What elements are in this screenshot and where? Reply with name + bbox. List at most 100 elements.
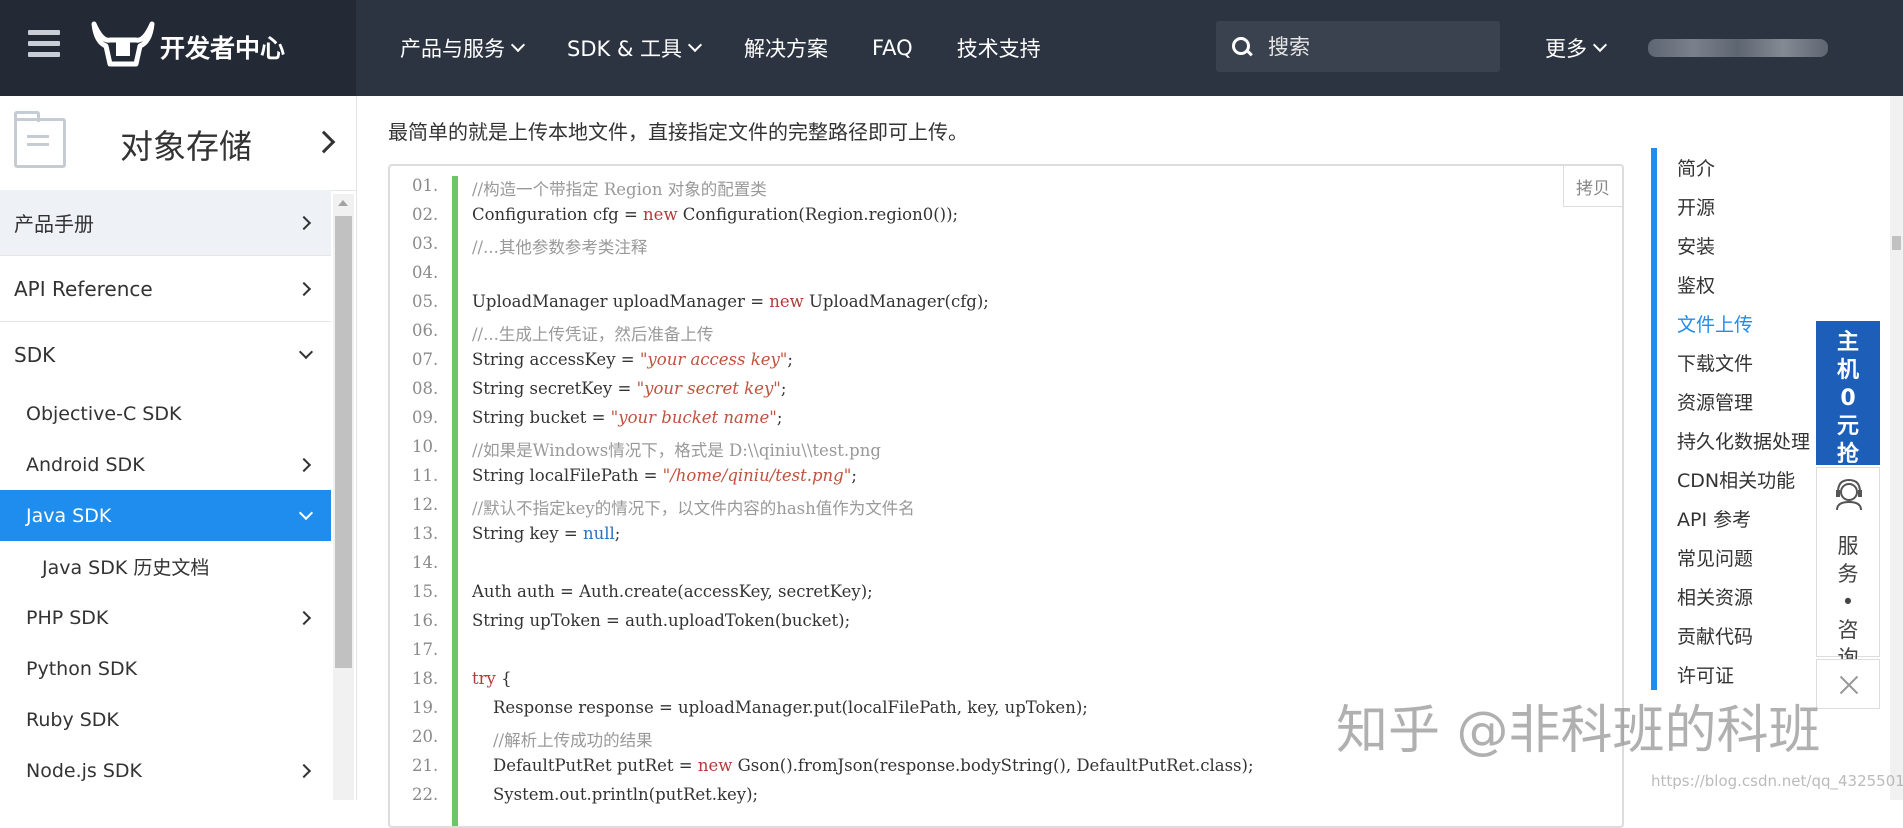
code-comment: //默认不指定key的情况下，以文件内容的hash值作为文件名 bbox=[472, 499, 915, 518]
sidebar-scrollbar[interactable] bbox=[333, 194, 354, 800]
toc-item[interactable]: 下载文件 bbox=[1657, 343, 1837, 382]
toc-item-active[interactable]: 文件上传 bbox=[1657, 304, 1837, 343]
toc-item[interactable]: 开源 bbox=[1657, 187, 1837, 226]
search-input[interactable] bbox=[1266, 33, 1470, 60]
search-icon[interactable] bbox=[1232, 36, 1252, 57]
code-literal: null bbox=[582, 524, 615, 543]
code-comment: //构造一个带指定 Region 对象的配置类 bbox=[472, 180, 767, 199]
copy-button[interactable]: 拷贝 bbox=[1563, 166, 1622, 207]
line-number: 03. bbox=[412, 234, 439, 253]
nav-products[interactable]: 产品与服务 bbox=[400, 33, 526, 63]
code-token: ; bbox=[787, 350, 793, 369]
toc-item[interactable]: 常见问题 bbox=[1657, 538, 1837, 577]
code-comment: //...生成上传凭证，然后准备上传 bbox=[472, 325, 714, 344]
page-scrollbar-thumb[interactable] bbox=[1892, 236, 1901, 250]
sidebar-item-java-sdk[interactable]: Java SDK bbox=[0, 490, 331, 541]
line-number: 11. bbox=[412, 466, 439, 485]
nav-support[interactable]: 技术支持 bbox=[957, 33, 1041, 63]
code-token: Configuration cfg = bbox=[472, 205, 644, 224]
service-char: 务 bbox=[1837, 562, 1859, 586]
code-token: UploadManager(cfg); bbox=[803, 292, 989, 311]
nav-solutions[interactable]: 解决方案 bbox=[744, 33, 828, 63]
promo-char: 元 bbox=[1836, 414, 1859, 439]
line-number: 20. bbox=[412, 727, 439, 746]
code-text: String localFilePath = "/home/qiniu/test… bbox=[472, 466, 857, 485]
code-text: //解析上传成功的结果 bbox=[472, 727, 653, 751]
sidebar-item-java-sdk-history[interactable]: Java SDK 历史文档 bbox=[0, 541, 331, 592]
menu-icon[interactable] bbox=[28, 30, 60, 58]
line-number: 05. bbox=[412, 292, 439, 311]
toc-item[interactable]: 鉴权 bbox=[1657, 265, 1837, 304]
code-string: "/home/qiniu/test.png" bbox=[662, 466, 852, 485]
nav-support-label: 技术支持 bbox=[956, 37, 1041, 61]
toc-item[interactable]: 安装 bbox=[1657, 226, 1837, 265]
toc-item[interactable]: CDN相关功能 bbox=[1657, 460, 1837, 499]
line-number: 15. bbox=[412, 582, 439, 601]
sidebar-item-android-sdk[interactable]: Android SDK bbox=[0, 439, 331, 490]
brand-name[interactable]: 开发者中心 bbox=[160, 29, 285, 65]
promo-char: 抢 bbox=[1836, 442, 1859, 467]
more-menu[interactable]: 更多 bbox=[1545, 0, 1608, 96]
line-number: 02. bbox=[412, 205, 439, 224]
chevron-right-icon bbox=[296, 215, 312, 230]
toc-item[interactable]: 贡献代码 bbox=[1657, 616, 1837, 655]
toc-item[interactable]: 简介 bbox=[1657, 148, 1837, 187]
code-keyword: new bbox=[769, 292, 804, 311]
sidebar-item-label: PHP SDK bbox=[26, 606, 109, 629]
sidebar-item-objective-c-sdk[interactable]: Objective-C SDK bbox=[0, 388, 331, 439]
sidebar-menu: 产品手册 API Reference SDK Objective-C SDK A… bbox=[0, 190, 331, 796]
toc-item[interactable]: 持久化数据处理 bbox=[1657, 421, 1837, 460]
chevron-right-icon bbox=[296, 281, 312, 296]
promo-banner[interactable]: 主 机 0 元 抢 bbox=[1816, 321, 1880, 467]
code-token: Configuration(Region.region0()); bbox=[677, 205, 959, 224]
line-number: 12. bbox=[412, 495, 439, 514]
nav-sdk-tools[interactable]: SDK & 工具 bbox=[567, 33, 703, 63]
code-token: UploadManager uploadManager = bbox=[472, 292, 770, 311]
scrollbar-thumb[interactable] bbox=[335, 216, 352, 668]
service-consult-widget[interactable]: 服 务 • 咨 询 bbox=[1816, 467, 1880, 670]
code-text: Auth auth = Auth.create(accessKey, secre… bbox=[472, 582, 873, 601]
service-char: • bbox=[1841, 590, 1855, 614]
user-account[interactable] bbox=[1648, 36, 1848, 60]
code-string: "your secret key" bbox=[636, 379, 781, 398]
sidebar-item-python-sdk[interactable]: Python SDK bbox=[0, 643, 331, 694]
line-number: 21. bbox=[412, 756, 439, 775]
scroll-up-arrow-icon[interactable] bbox=[338, 200, 348, 206]
blurred-username bbox=[1648, 39, 1828, 57]
nav-faq[interactable]: FAQ bbox=[872, 36, 913, 60]
sidebar-item-sdk[interactable]: SDK bbox=[0, 322, 331, 388]
sidebar-item-label: API Reference bbox=[14, 276, 153, 301]
sidebar-item-api-reference[interactable]: API Reference bbox=[0, 256, 331, 322]
page-scrollbar[interactable] bbox=[1890, 96, 1903, 800]
chevron-right-icon[interactable] bbox=[312, 130, 336, 154]
code-token: Auth auth = Auth.create(accessKey, secre… bbox=[472, 582, 873, 601]
code-gutter-bar bbox=[452, 176, 458, 826]
code-token: ; bbox=[614, 524, 621, 543]
code-text: String upToken = auth.uploadToken(bucket… bbox=[472, 611, 850, 630]
sidebar-item-nodejs-sdk[interactable]: Node.js SDK bbox=[0, 745, 331, 796]
close-icon[interactable] bbox=[1816, 659, 1880, 709]
line-number: 04. bbox=[412, 263, 439, 282]
code-token: String bucket = bbox=[472, 408, 611, 427]
code-text: //...生成上传凭证，然后准备上传 bbox=[472, 321, 713, 345]
sidebar-item-ruby-sdk[interactable]: Ruby SDK bbox=[0, 694, 331, 745]
sidebar-item-product-manual[interactable]: 产品手册 bbox=[0, 190, 331, 256]
sidebar-item-label: Java SDK bbox=[26, 504, 112, 527]
line-number: 01. bbox=[412, 176, 439, 195]
code-token: { bbox=[495, 669, 512, 688]
code-token: ; bbox=[776, 408, 783, 427]
chevron-down-icon bbox=[1592, 37, 1608, 53]
line-number: 19. bbox=[412, 698, 439, 717]
code-comment: //如果是Windows情况下，格式是 D:\\qiniu\\test.png bbox=[472, 441, 881, 460]
sidebar-item-label: Java SDK 历史文档 bbox=[42, 557, 210, 579]
toc-item[interactable]: API 参考 bbox=[1657, 499, 1837, 538]
toc-item[interactable]: 相关资源 bbox=[1657, 577, 1837, 616]
storage-box-icon bbox=[14, 111, 66, 168]
sidebar-item-php-sdk[interactable]: PHP SDK bbox=[0, 592, 331, 643]
chevron-right-icon bbox=[296, 763, 312, 778]
search-box[interactable] bbox=[1216, 21, 1500, 72]
code-text: //如果是Windows情况下，格式是 D:\\qiniu\\test.png bbox=[472, 437, 881, 461]
sidebar-item-label: 产品手册 bbox=[14, 212, 94, 236]
code-token: ; bbox=[851, 466, 857, 485]
toc-item[interactable]: 资源管理 bbox=[1657, 382, 1837, 421]
